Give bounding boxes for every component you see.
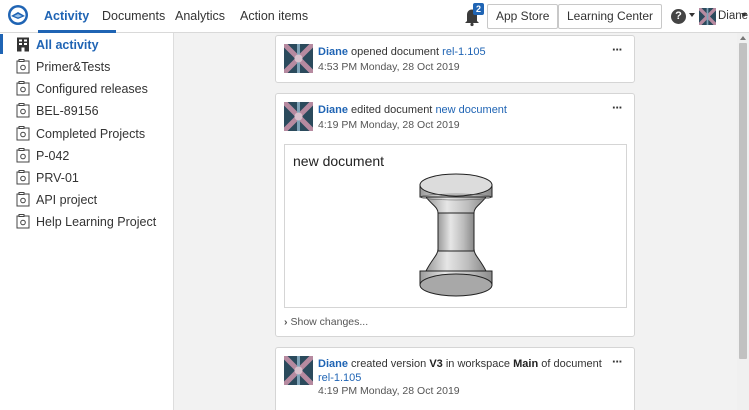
preview-title: new document: [293, 153, 385, 169]
activity-timestamp: 4:19 PM Monday, 28 Oct 2019: [318, 119, 460, 131]
tab-action-items[interactable]: Action items: [240, 9, 308, 23]
building-icon: [17, 37, 29, 52]
sidebar-item-label: All activity: [36, 38, 99, 52]
scroll-up-arrow-icon[interactable]: [740, 36, 746, 40]
folder-icon: [16, 214, 30, 229]
document-link[interactable]: rel-1.105: [318, 372, 361, 384]
folder-icon: [16, 103, 30, 118]
sidebar-item-p-042[interactable]: P-042: [0, 145, 174, 167]
folder-icon: [16, 148, 30, 163]
document-preview[interactable]: new document: [284, 144, 627, 308]
tab-analytics[interactable]: Analytics: [175, 9, 225, 23]
activity-card: Diane opened document rel-1.105 4:53 PM …: [275, 35, 635, 83]
activity-card: Diane edited document new document 4:19 …: [275, 93, 635, 337]
tab-documents[interactable]: Documents: [102, 9, 165, 23]
sidebar-item-completed-projects[interactable]: Completed Projects: [0, 123, 174, 145]
top-bar: Activity Documents Analytics Action item…: [0, 0, 749, 33]
active-item-indicator: [0, 34, 3, 54]
avatar: [284, 356, 313, 385]
sidebar-item-label: API project: [36, 193, 98, 207]
activity-text: Diane edited document new document: [318, 103, 606, 117]
folder-icon: [16, 126, 30, 141]
card-more-options-button[interactable]: ···: [612, 354, 623, 369]
activity-action: opened document: [351, 46, 440, 58]
scrollbar-thumb[interactable]: [739, 43, 747, 359]
chevron-right-icon: ›: [284, 316, 288, 328]
activity-action: created version: [351, 358, 427, 370]
document-link[interactable]: rel-1.105: [442, 46, 485, 58]
sidebar-item-configured-releases[interactable]: Configured releases: [0, 78, 174, 100]
learning-center-button[interactable]: Learning Center: [558, 4, 663, 29]
cad-part-thumbnail: [419, 173, 493, 297]
sidebar: All activity Primer&Tests Configured rel…: [0, 33, 174, 410]
document-link[interactable]: new document: [435, 104, 507, 116]
activity-card: Diane created version V3 in workspace Ma…: [275, 347, 635, 410]
show-changes-link[interactable]: › Show changes...: [284, 316, 368, 328]
sidebar-item-label: Configured releases: [36, 82, 148, 96]
activity-timestamp: 4:19 PM Monday, 28 Oct 2019: [318, 385, 460, 397]
sidebar-item-label: BEL-89156: [36, 104, 99, 118]
help-icon[interactable]: ?: [671, 9, 686, 24]
notification-count-badge: 2: [473, 3, 484, 15]
sidebar-item-label: PRV-01: [36, 171, 79, 185]
folder-icon: [16, 170, 30, 185]
sidebar-item-primer-tests[interactable]: Primer&Tests: [0, 56, 174, 78]
card-more-options-button[interactable]: ···: [612, 100, 623, 115]
activity-action: edited document: [351, 104, 433, 116]
user-avatar[interactable]: [699, 8, 716, 25]
avatar: [284, 102, 313, 131]
sidebar-item-label: Primer&Tests: [36, 60, 111, 74]
sidebar-item-bel-89156[interactable]: BEL-89156: [0, 100, 174, 122]
activity-text: Diane opened document rel-1.105: [318, 45, 606, 59]
app-store-button[interactable]: App Store: [487, 4, 559, 29]
avatar: [284, 44, 313, 73]
sidebar-item-label: Help Learning Project: [36, 215, 157, 229]
activity-action: of document: [541, 358, 602, 370]
activity-user-link[interactable]: Diane: [318, 358, 348, 370]
activity-text: Diane created version V3 in workspace Ma…: [318, 357, 606, 385]
folder-icon: [16, 59, 30, 74]
activity-user-link[interactable]: Diane: [318, 46, 348, 58]
tab-activity[interactable]: Activity: [44, 9, 89, 23]
workspace-name[interactable]: Main: [513, 358, 538, 370]
card-more-options-button[interactable]: ···: [612, 42, 623, 57]
folder-icon: [16, 81, 30, 96]
activity-user-link[interactable]: Diane: [318, 104, 348, 116]
version-name[interactable]: V3: [429, 358, 442, 370]
show-changes-label: Show changes...: [290, 316, 369, 328]
sidebar-item-label: Completed Projects: [36, 127, 146, 141]
activity-action: in workspace: [445, 358, 511, 370]
sidebar-item-help-learning-project[interactable]: Help Learning Project: [0, 211, 174, 233]
user-menu-chevron-down-icon[interactable]: [741, 13, 747, 17]
sidebar-item-all-activity[interactable]: All activity: [0, 34, 174, 56]
feed-scrollbar[interactable]: [737, 33, 749, 410]
sidebar-item-api-project[interactable]: API project: [0, 189, 174, 211]
activity-timestamp: 4:53 PM Monday, 28 Oct 2019: [318, 61, 460, 73]
folder-icon: [16, 192, 30, 207]
app-logo-icon[interactable]: [7, 4, 29, 26]
sidebar-item-label: P-042: [36, 149, 70, 163]
sidebar-item-prv-01[interactable]: PRV-01: [0, 167, 174, 189]
help-menu-chevron-down-icon[interactable]: [689, 13, 695, 17]
